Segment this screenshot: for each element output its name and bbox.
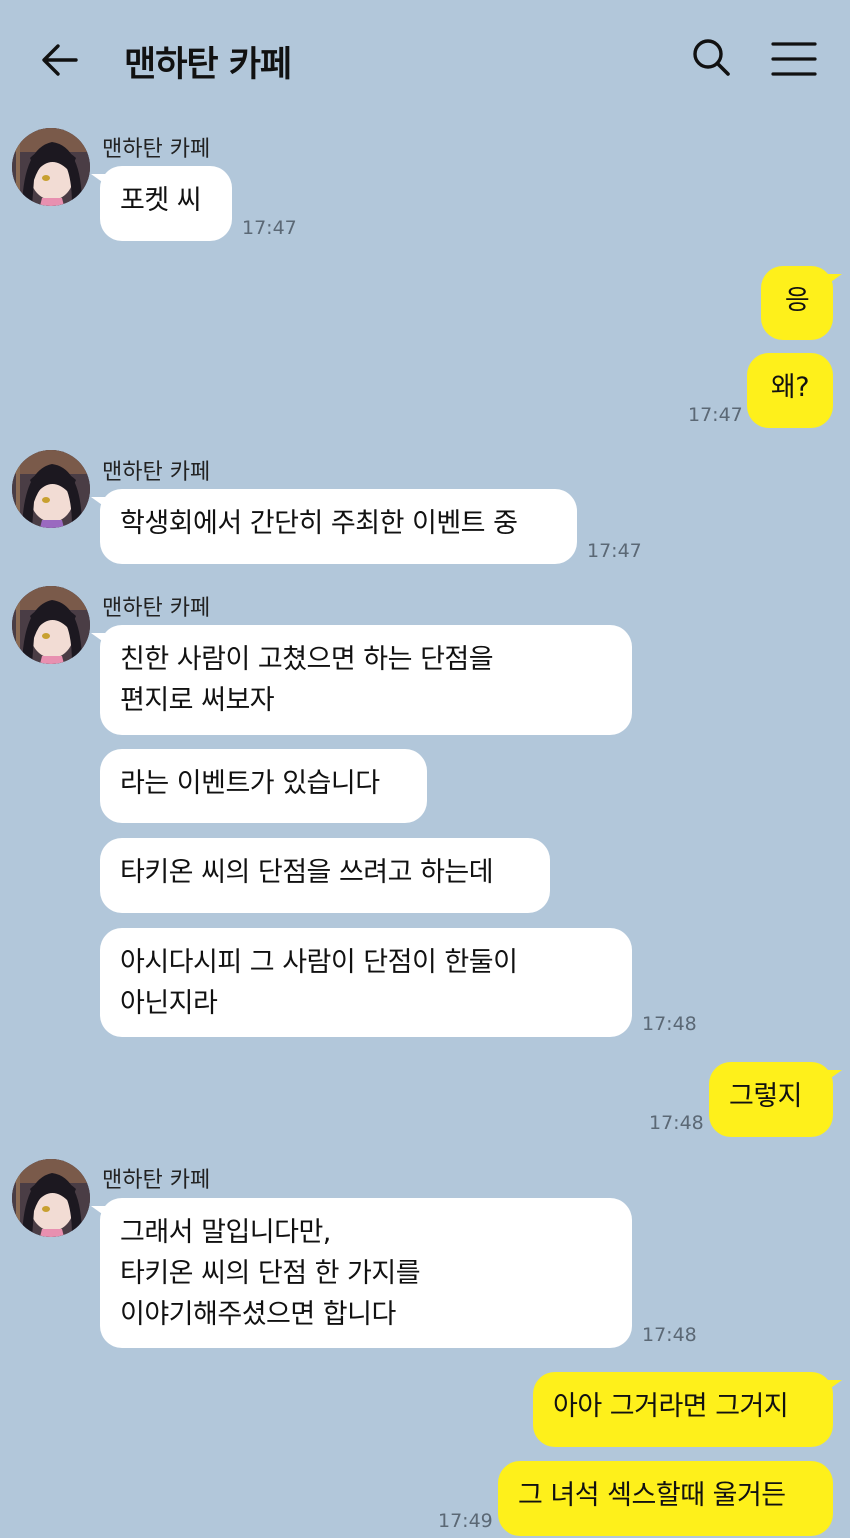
message-bubble[interactable]: 포켓 씨 [91,166,232,241]
hamburger-menu-icon[interactable] [770,38,818,80]
back-arrow-icon[interactable] [36,36,86,86]
message-time: 17:47 [688,404,743,426]
sender-name: 맨하탄 카페 [102,1168,211,1193]
message-time: 17:49 [438,1510,493,1532]
avatar[interactable] [12,586,90,664]
chat-header: 맨하탄 카페 [0,0,850,118]
my-message-bubble[interactable]: 아아 그거라면 그거지 [533,1372,842,1447]
avatar[interactable] [12,450,90,528]
message-bubble[interactable]: 친한 사람이 고쳤으면 하는 단점을 편지로 써보자 [91,625,632,735]
message-bubble[interactable]: 학생회에서 간단히 주최한 이벤트 중 [91,489,577,564]
message-bubble[interactable]: 타키온 씨의 단점을 쓰려고 하는데 [100,838,550,913]
message-time: 17:48 [642,1013,697,1035]
my-message-bubble[interactable]: 그 녀석 섹스할때 울거든 [498,1461,833,1536]
sender-name: 맨하탄 카페 [102,596,211,621]
sender-name: 맨하탄 카페 [102,137,211,162]
message-time: 17:47 [242,217,297,239]
message-bubble[interactable]: 라는 이벤트가 있습니다 [100,749,427,823]
message-bubble[interactable]: 그래서 말입니다만, 타키온 씨의 단점 한 가지를 이야기해주셨으면 합니다 [91,1198,632,1348]
message-time: 17:47 [587,540,642,562]
message-time: 17:48 [649,1112,704,1134]
search-icon[interactable] [688,34,736,82]
my-message-bubble[interactable]: 응 [761,266,842,340]
my-message-bubble[interactable]: 왜? [747,353,833,428]
avatar[interactable] [12,1159,90,1237]
avatar[interactable] [12,128,90,206]
sender-name: 맨하탄 카페 [102,460,211,485]
my-message-bubble[interactable]: 그렇지 [709,1062,842,1137]
message-bubble[interactable]: 아시다시피 그 사람이 단점이 한둘이 아닌지라 [100,928,632,1037]
chat-title: 맨하탄 카페 [124,45,292,85]
message-time: 17:48 [642,1324,697,1346]
